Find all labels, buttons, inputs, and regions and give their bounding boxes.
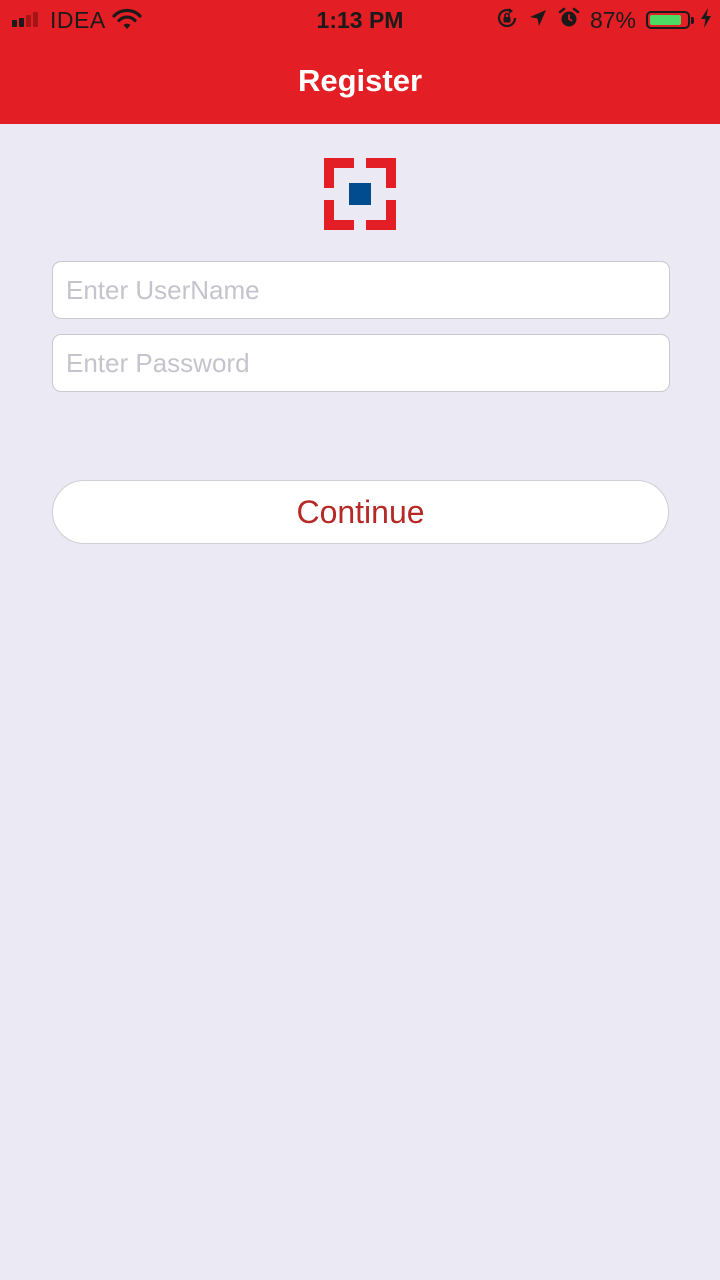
alarm-icon bbox=[558, 7, 580, 34]
bank-logo-icon bbox=[324, 158, 396, 235]
status-bar: IDEA 1:13 PM 87% bbox=[0, 0, 720, 40]
continue-button[interactable]: Continue bbox=[52, 480, 669, 544]
battery-percentage: 87% bbox=[589, 7, 636, 33]
password-input[interactable] bbox=[52, 334, 670, 392]
charging-bolt-icon bbox=[700, 7, 712, 34]
battery-icon bbox=[646, 11, 694, 29]
navigation-header: IDEA 1:13 PM 87% Register bbox=[0, 0, 720, 124]
orientation-lock-icon bbox=[496, 7, 518, 34]
location-arrow-icon bbox=[528, 8, 548, 33]
username-input[interactable] bbox=[52, 261, 670, 319]
page-title: Register bbox=[297, 63, 423, 98]
